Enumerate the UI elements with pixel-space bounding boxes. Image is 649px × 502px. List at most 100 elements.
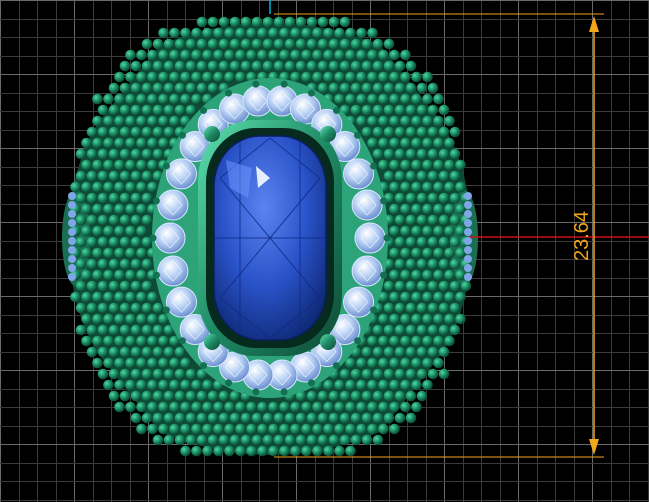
pave-bead <box>361 60 373 72</box>
pave-bead <box>240 434 252 446</box>
pave-bead <box>125 137 136 149</box>
pave-bead <box>218 38 230 50</box>
pave-bead <box>152 126 164 138</box>
pave-bead <box>405 324 417 336</box>
pave-bead <box>180 71 191 83</box>
pave-bead <box>306 60 318 72</box>
pave-bead <box>119 82 131 94</box>
ring-jewelry-model[interactable] <box>62 16 478 457</box>
pave-bead <box>383 170 395 182</box>
pave-bead <box>378 401 389 413</box>
pave-bead <box>108 302 120 314</box>
pave-bead <box>372 434 384 446</box>
pave-bead <box>103 159 114 171</box>
pave-bead <box>213 423 224 435</box>
pave-bead <box>103 379 114 391</box>
pave-bead <box>141 390 153 402</box>
pave-bead <box>394 412 406 424</box>
pave-bead <box>136 225 147 237</box>
pave-bead <box>229 60 241 72</box>
pave-bead <box>119 390 131 402</box>
pave-bead <box>108 280 120 292</box>
pave-bead <box>339 368 351 380</box>
pave-bead <box>383 104 395 116</box>
pave-bead <box>191 401 202 413</box>
pave-bead <box>295 16 307 28</box>
pave-bead <box>422 313 433 325</box>
pave-bead <box>207 82 219 94</box>
pave-bead <box>169 423 180 435</box>
pave-bead <box>312 49 323 61</box>
pave-bead <box>433 203 444 215</box>
pave-bead <box>367 93 378 105</box>
pave-bead <box>323 379 334 391</box>
pave-bead <box>147 159 158 171</box>
cad-viewport[interactable]: 23.64 <box>0 0 649 502</box>
pave-bead <box>328 434 340 446</box>
pave-bead <box>114 203 125 215</box>
pave-bead <box>119 192 131 204</box>
pave-bead <box>136 423 147 435</box>
pave-bead <box>75 258 87 270</box>
pave-bead <box>251 434 263 446</box>
pave-bead <box>411 401 422 413</box>
pave-bead <box>213 71 224 83</box>
pave-bead <box>449 214 461 226</box>
pave-bead <box>213 401 224 413</box>
pave-bead <box>136 269 147 281</box>
pave-bead <box>251 60 263 72</box>
pave-bead <box>81 313 92 325</box>
pave-bead <box>367 401 378 413</box>
pave-bead <box>394 126 406 138</box>
pave-bead <box>394 236 406 248</box>
pave-bead <box>130 324 142 336</box>
pave-bead <box>235 423 246 435</box>
pave-bead <box>444 335 455 347</box>
pave-bead <box>86 236 98 248</box>
pave-bead <box>422 247 433 259</box>
pave-bead <box>433 269 444 281</box>
pave-bead <box>389 313 400 325</box>
pave-bead <box>383 412 395 424</box>
pave-bead <box>130 148 142 160</box>
pave-bead <box>235 71 246 83</box>
pave-bead <box>372 82 384 94</box>
pave-bead <box>284 16 296 28</box>
pave-bead <box>103 115 114 127</box>
center-sapphire[interactable] <box>213 135 327 341</box>
pave-bead <box>389 93 400 105</box>
pave-bead <box>75 170 87 182</box>
pave-bead <box>257 445 268 457</box>
pave-bead <box>372 346 384 358</box>
pave-bead <box>290 71 301 83</box>
pave-bead <box>422 181 433 193</box>
pave-bead <box>114 71 125 83</box>
pave-bead <box>389 181 400 193</box>
pave-bead <box>400 49 411 61</box>
pave-bead <box>400 401 411 413</box>
pave-bead <box>108 390 120 402</box>
pave-bead <box>213 49 224 61</box>
pave-bead <box>119 60 131 72</box>
viewport-canvas[interactable]: 23.64 <box>0 0 649 502</box>
pave-bead <box>158 93 169 105</box>
pave-bead <box>367 27 378 39</box>
pave-bead <box>449 324 461 336</box>
dimension-value-label[interactable]: 23.64 <box>571 211 593 261</box>
pave-bead <box>444 115 455 127</box>
pave-bead <box>158 71 169 83</box>
pave-bead <box>119 302 131 314</box>
pave-bead <box>405 82 417 94</box>
pave-bead <box>416 368 428 380</box>
pave-bead <box>163 434 175 446</box>
pave-bead <box>389 203 400 215</box>
pave-bead <box>427 192 439 204</box>
pave-bead <box>246 27 257 39</box>
pave-bead <box>427 346 439 358</box>
pave-bead <box>345 49 356 61</box>
pave-bead <box>389 335 400 347</box>
pave-bead <box>81 203 92 215</box>
pave-bead <box>394 104 406 116</box>
pave-bead <box>141 170 153 182</box>
pave-bead <box>103 291 114 303</box>
